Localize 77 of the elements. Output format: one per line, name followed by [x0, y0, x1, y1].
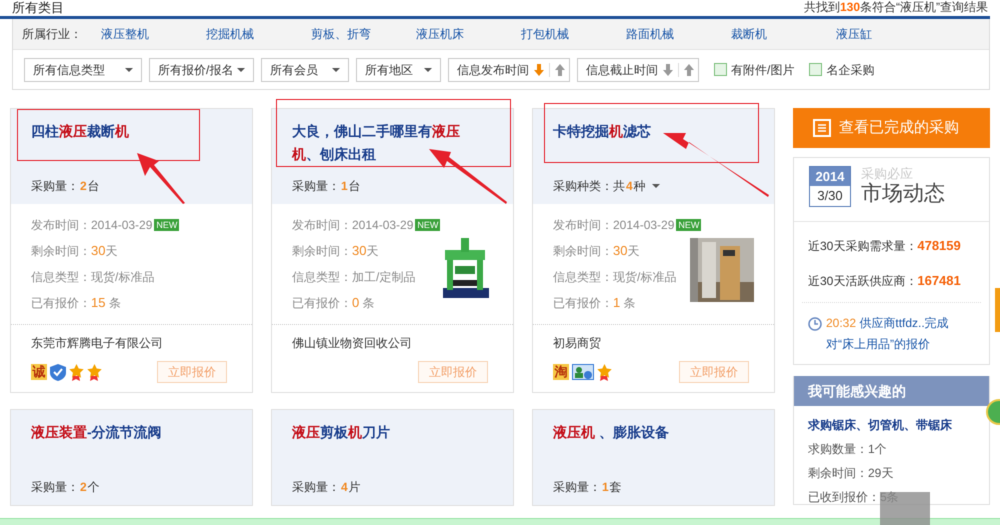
remaining-time: 剩余时间：30天	[31, 242, 118, 260]
caret-icon	[237, 68, 245, 72]
share-icon[interactable]	[880, 492, 930, 525]
industry-link[interactable]: 路面机械	[626, 25, 731, 43]
industry-label: 所属行业：	[22, 26, 83, 43]
company-name: 佛山镇业物资回收公司	[292, 335, 413, 352]
quote-count: 已有报价：15 条	[31, 294, 122, 312]
activity-feed-link[interactable]: 20:32 供应商ttfdz..完成对“床上用品”的报价	[826, 313, 975, 355]
listing-title[interactable]: 液压机 、膨胀设备	[553, 421, 733, 469]
listing-title[interactable]: 四柱液压裁断机	[31, 120, 211, 168]
remaining-time: 剩余时间：30天	[292, 242, 380, 260]
stat-line: 近30天活跃供应商：167481	[808, 272, 962, 290]
interest-detail: 剩余时间：29天	[808, 466, 894, 480]
filter-dropdown[interactable]: 所有信息类型	[24, 58, 142, 82]
info-type: 信息类型：加工/定制品	[292, 269, 416, 286]
arrow-up-icon	[555, 64, 565, 76]
sort-control[interactable]: 信息截止时间	[577, 58, 699, 82]
caret-icon	[332, 68, 340, 72]
filter-dropdown[interactable]: 所有报价/报名	[149, 58, 254, 82]
checkbox[interactable]	[714, 63, 727, 76]
result-summary: 共找到130条符合“液压机”查询结果	[804, 0, 988, 15]
quote-count: 已有报价：1 条	[553, 294, 637, 312]
publish-date: 发布时间：2014-03-29	[553, 217, 674, 234]
industry-link[interactable]: 液压整机	[101, 25, 206, 43]
checkbox-label: 名企采购	[826, 62, 874, 78]
interest-detail: 求购数量：1个	[808, 442, 888, 456]
industry-link[interactable]: 液压机床	[416, 25, 521, 43]
sort-control[interactable]: 信息发布时间	[448, 58, 570, 82]
quantity-text: 采购量：1台	[292, 178, 361, 195]
market-title: 市场动态	[861, 182, 945, 206]
new-badge: NEW	[154, 219, 180, 231]
industry-link[interactable]: 挖掘机械	[206, 25, 311, 43]
listing-title[interactable]: 卡特挖掘机滤芯	[553, 120, 733, 168]
new-badge: NEW	[676, 219, 702, 231]
panel-header: 我可能感兴趣的	[794, 376, 989, 406]
id-card-icon	[572, 364, 594, 380]
clock-icon	[808, 317, 822, 331]
quantity-text: 采购量：4片	[292, 479, 361, 496]
info-type: 信息类型：现货/标准品	[31, 269, 156, 286]
medal-icon	[69, 364, 84, 380]
listing-title[interactable]: 液压装置-分流节流阀	[31, 421, 211, 469]
shield-icon	[50, 364, 66, 380]
company-name: 初易商贸	[553, 335, 602, 352]
industry-link[interactable]: 液压缸	[836, 25, 941, 43]
quantity-text: 采购种类：共4种	[553, 178, 646, 195]
quote-count: 已有报价：0 条	[292, 294, 376, 312]
quantity-text: 采购量：2台	[31, 178, 100, 195]
industry-link[interactable]: 剪板、折弯	[311, 25, 416, 43]
info-type: 信息类型：现货/标准品	[553, 269, 678, 286]
badge-icon: 诚	[31, 364, 47, 380]
filter-dropdown[interactable]: 所有会员	[261, 58, 349, 82]
new-badge: NEW	[415, 219, 440, 231]
listing-title[interactable]: 液压剪板机刀片	[292, 421, 472, 469]
caret-icon	[424, 68, 432, 72]
medal-icon	[597, 364, 612, 380]
publish-date: 发布时间：2014-03-29	[292, 217, 414, 234]
calendar-icon: 2014 3/30	[809, 166, 851, 207]
quantity-text: 采购量：1套	[553, 479, 622, 496]
industry-link[interactable]: 裁断机	[731, 25, 836, 43]
filter-dropdown[interactable]: 所有地区	[356, 58, 441, 82]
company-name: 东莞市辉腾电子有限公司	[31, 335, 164, 352]
industry-link[interactable]: 打包机械	[521, 25, 626, 43]
category-title: 所有类目	[12, 0, 64, 15]
checkbox-label: 有附件/图片	[731, 62, 794, 78]
quantity-text: 采购量：2个	[31, 479, 100, 496]
badge-icon: 淘	[553, 364, 569, 380]
annotation-arrow	[137, 153, 185, 204]
interest-link[interactable]: 求购锯床、切管机、带锯床	[808, 418, 975, 432]
stat-line: 近30天采购需求量：478159	[808, 237, 962, 255]
publish-date: 发布时间：2014-03-29	[31, 217, 152, 234]
arrow-up-icon	[684, 64, 694, 76]
caret-icon	[125, 68, 133, 72]
side-tab[interactable]	[995, 288, 1000, 332]
remaining-time: 剩余时间：30天	[553, 242, 640, 260]
checkbox[interactable]	[809, 63, 822, 76]
medal-icon	[87, 364, 102, 380]
document-icon	[813, 119, 831, 137]
